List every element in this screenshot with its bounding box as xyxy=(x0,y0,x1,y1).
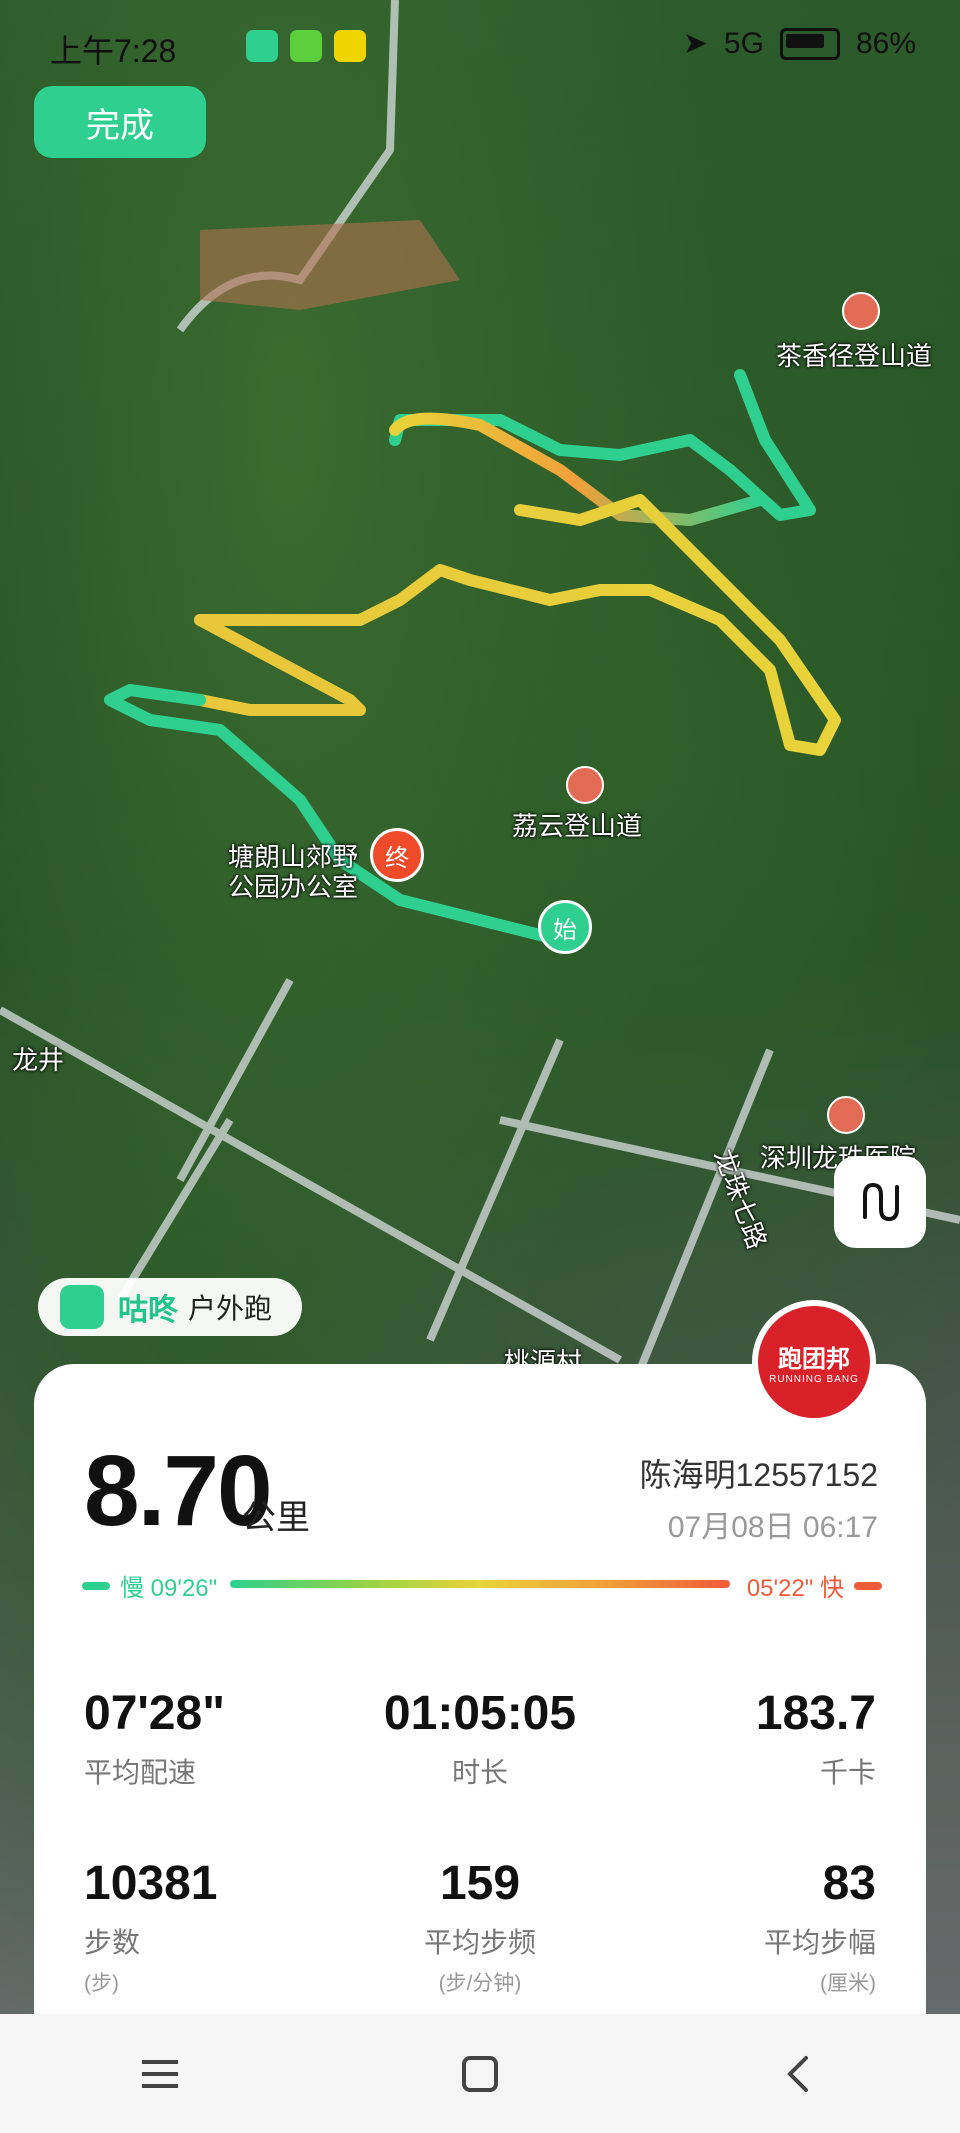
stat-label: 平均步频 xyxy=(423,1927,536,1958)
stat-label: 平均配速 xyxy=(84,1757,197,1788)
stat-duration: 01:05:05 时长 xyxy=(350,1686,610,1791)
done-button[interactable]: 完成 xyxy=(34,86,206,158)
stat-label: 平均步幅 xyxy=(763,1927,876,1958)
run-summary-card: 8.70 公里 陈海明12557152 07月08日 06:17 慢 09'26… xyxy=(34,1364,926,2014)
stat-value: 10381 xyxy=(84,1857,218,1910)
map-label-trail-tea[interactable]: 茶香径登山道 xyxy=(776,336,932,373)
activity-type: 户外跑 xyxy=(188,1293,273,1324)
stat-unit: (厘米) xyxy=(820,1972,876,1995)
stat-label: 时长 xyxy=(451,1757,508,1788)
stat-cadence: 159 平均步频 (步/分钟) xyxy=(350,1856,610,1997)
paotuanbang-subtitle: RUNNING BANG xyxy=(769,1374,859,1385)
app-notification-icon xyxy=(290,30,322,62)
route-end-marker[interactable]: 终 xyxy=(370,828,424,882)
status-indicators: ➤ 5G 86% xyxy=(683,26,916,61)
route-start-marker[interactable]: 始 xyxy=(538,900,592,954)
stat-value: 83 xyxy=(822,1857,876,1910)
pace-legend: 慢 09'26" 05'22" 快 xyxy=(82,1568,882,1606)
running-route xyxy=(104,369,841,946)
route-icon xyxy=(863,1182,899,1222)
distance-unit: 公里 xyxy=(242,1499,310,1537)
stat-stride: 83 平均步幅 (厘米) xyxy=(616,1856,876,1997)
map-label-trail-lychee[interactable]: 荔云登山道 xyxy=(512,806,642,843)
paotuanbang-title: 跑团邦 xyxy=(778,1346,850,1373)
menu-icon xyxy=(142,2059,178,2088)
stat-value: 183.7 xyxy=(755,1687,876,1740)
app-notification-icon xyxy=(246,30,278,62)
fast-dash-icon xyxy=(854,1581,882,1590)
app-source-tag: 咕咚 户外跑 xyxy=(38,1278,302,1336)
app-name: 咕咚 xyxy=(118,1294,178,1327)
status-bar: 上午7:28 ➤ 5G 86% xyxy=(0,0,960,90)
stat-value: 01:05:05 xyxy=(383,1687,577,1740)
stat-avg-pace: 07'28" 平均配速 xyxy=(84,1686,344,1791)
map-label-park-office[interactable]: 塘朗山郊野 公园办公室 xyxy=(228,842,358,902)
stat-unit: (步/分钟) xyxy=(438,1972,522,1995)
stat-value: 07'28" xyxy=(84,1687,225,1740)
route-view-toggle-button[interactable] xyxy=(834,1156,926,1248)
network-indicator: 5G xyxy=(723,26,764,60)
run-date: 07月08日 06:17 xyxy=(667,1511,878,1544)
home-icon xyxy=(462,2055,498,2092)
pace-fast: 05'22" 快 xyxy=(747,1568,882,1603)
gudong-logo-icon xyxy=(60,1285,104,1329)
stat-unit: (步) xyxy=(84,1972,119,1995)
paotuanbang-badge[interactable]: 跑团邦 RUNNING BANG xyxy=(752,1300,876,1424)
menu-button[interactable] xyxy=(120,2034,200,2114)
stat-label: 千卡 xyxy=(819,1757,876,1788)
app-notification-icon xyxy=(334,30,366,62)
construction-area xyxy=(200,220,460,310)
location-icon: ➤ xyxy=(682,27,708,60)
slow-dash-icon xyxy=(82,1581,110,1590)
pace-slow: 慢 09'26" xyxy=(82,1568,217,1603)
back-icon xyxy=(787,2055,808,2092)
stat-calories: 183.7 千卡 xyxy=(616,1686,876,1791)
pace-gradient-bar xyxy=(230,1580,730,1588)
map-label-longjing[interactable]: 龙井 xyxy=(12,1040,64,1077)
status-time: 上午7:28 xyxy=(50,33,177,69)
pace-fast-label: 05'22" 快 xyxy=(746,1575,844,1602)
stat-value: 159 xyxy=(439,1857,521,1910)
home-button[interactable] xyxy=(440,2034,520,2114)
trail-poi-icon[interactable] xyxy=(842,292,880,330)
hospital-poi-icon[interactable] xyxy=(827,1096,865,1134)
stat-steps: 10381 步数 (步) xyxy=(84,1856,344,1997)
battery-icon xyxy=(779,27,840,60)
system-nav-bar xyxy=(0,2014,960,2133)
stat-label: 步数 xyxy=(84,1927,141,1958)
user-name: 陈海明12557152 xyxy=(639,1457,878,1493)
pace-slow-label: 慢 09'26" xyxy=(120,1575,218,1602)
back-button[interactable] xyxy=(760,2034,840,2114)
trail-poi-icon[interactable] xyxy=(566,766,604,804)
battery-percent: 86% xyxy=(855,26,916,60)
